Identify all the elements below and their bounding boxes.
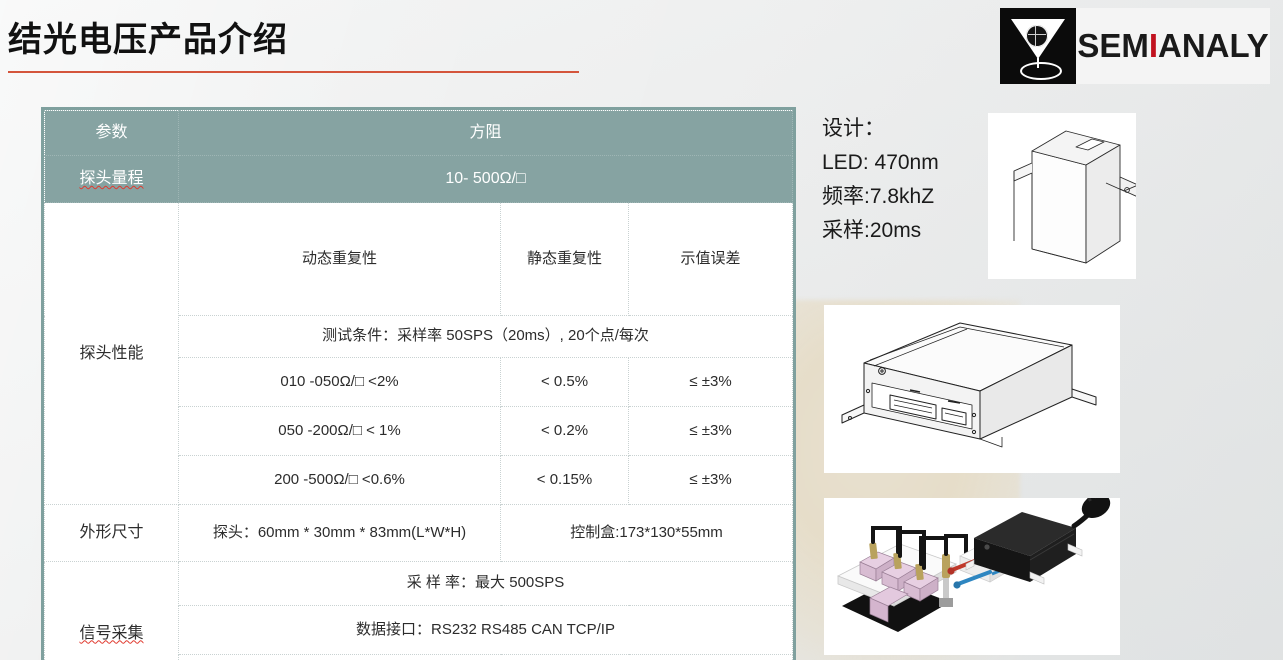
cell-static-repeatability-header: 静态重复性 [500,202,629,316]
brand-logo: SEM I ANALY [1000,8,1270,84]
title-underline-rule [8,71,579,73]
cell-dynamic-repeatability-header: 动态重复性 [178,202,501,316]
cell-error-value: ≤ ±3% [628,455,793,505]
table-row-header-param: 参数 方阻 [44,110,793,156]
design-led: LED: 470nm [822,151,939,175]
table-row-sample-rate: 信号采集 采 样 率：最大 500SPS [44,561,793,660]
cell-static-value: < 0.15% [500,455,629,505]
system-assembly-image [824,498,1120,655]
design-heading: 设计： [822,117,885,140]
logo-text-before: SEM [1077,27,1149,64]
cell-dynamic-value: 010 -050Ω/□ <2% [178,357,501,407]
control-box-cad-image [824,305,1120,473]
cell-dynamic-value: 050 -200Ω/□ < 1% [178,406,501,456]
cell-dynamic-value: 200 -500Ω/□ <0.6% [178,455,501,505]
cell-indication-error-header: 示值误差 [628,202,793,316]
cell-signal-acquisition-label: 信号采集 [44,561,179,660]
logo-text-after: ANALY [1158,27,1269,64]
cell-param-heading: 参数 [44,110,179,156]
cell-error-value: ≤ ±3% [628,357,793,407]
table-row-column-headers: 探头性能 动态重复性 静态重复性 示值误差 [44,202,793,505]
design-sampling: 采样:20ms [822,219,922,243]
brand-logo-text: SEM I ANALY [1076,8,1270,84]
globe-icon [1026,25,1048,47]
cell-static-value: < 0.2% [500,406,629,456]
table-row-probe-range: 探头量程 10- 500Ω/□ [44,155,793,203]
cell-test-condition: 测试条件：采样率 50SPS（20ms）, 20个点/每次 [178,315,793,358]
probe-cad-image [988,113,1136,279]
cell-data-interface: 数据接口：RS232 RS485 CAN TCP/IP [178,605,793,655]
slide-canvas: 结光电压产品介绍 SEM I ANALY 参数 方阻 探头量程 10- 500Ω… [0,0,1283,660]
cell-control-box-dimensions: 控制盒:173*130*55mm [500,504,793,562]
cell-sample-rate: 采 样 率：最大 500SPS [178,561,793,606]
cell-probe-range-value: 10- 500Ω/□ [178,155,793,203]
cell-probe-performance-label: 探头性能 [44,202,179,505]
page-title: 结光电压产品介绍 [8,21,288,59]
logo-ring [1020,62,1062,80]
cell-error-value: ≤ ±3% [628,406,793,456]
triangle-globe-icon [1000,8,1076,84]
logo-text-accent: I [1148,27,1159,64]
table-row-dimensions: 外形尺寸 探头：60mm * 30mm * 83mm(L*W*H) 控制盒:17… [44,504,793,562]
cell-probe-range-label: 探头量程 [44,155,179,203]
cell-dimensions-label: 外形尺寸 [44,504,179,562]
cell-probe-dimensions: 探头：60mm * 30mm * 83mm(L*W*H) [178,504,501,562]
specification-table: 参数 方阻 探头量程 10- 500Ω/□ 探头性能 动态重复性 静态重复性 示… [44,110,793,660]
cell-sheet-resistance-heading: 方阻 [178,110,793,156]
design-spec-block: 设计： LED: 470nm 频率:7.8khZ 采样:20ms [822,112,982,248]
cell-protocol: 传输协议：Modbus Rtu/ Modbus Tcp、用户自定义 SOCKET… [178,654,793,660]
cell-static-value: < 0.5% [500,357,629,407]
design-frequency: 频率:7.8khZ [822,185,935,209]
